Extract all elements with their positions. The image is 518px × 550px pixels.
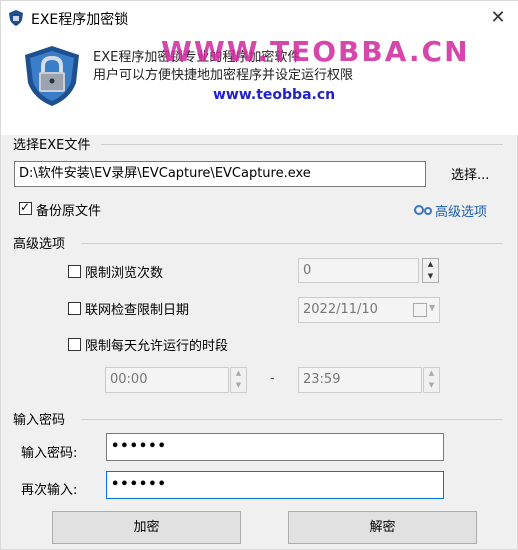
watermark-url: www.teobba.cn — [213, 87, 336, 103]
file-section-title: 选择EXE文件 — [13, 138, 91, 153]
backup-label: 备份原文件 — [36, 204, 102, 219]
backup-checkbox[interactable] — [19, 200, 32, 215]
advanced-section-divider — [81, 243, 503, 244]
app-window: EXE程序加密锁 ✕ EXE程序加密锁专业的程序加密软件 用户可以方便快捷地加密… — [0, 0, 518, 550]
time-end-spinner[interactable]: ▲ ▼ — [423, 367, 440, 393]
repeat-password-label: 再次输入: — [21, 483, 78, 498]
watermark-text: WWW.TEOBBA.CN — [161, 35, 470, 68]
password-section-divider — [81, 419, 503, 420]
calendar-icon[interactable] — [413, 303, 427, 317]
limit-views-label: 限制浏览次数 — [85, 266, 164, 281]
net-date-checkbox[interactable] — [68, 302, 81, 315]
limit-views-checkbox[interactable] — [68, 265, 81, 278]
shield-icon — [9, 10, 23, 26]
spin-down-icon[interactable]: ▼ — [423, 271, 438, 283]
file-section-divider — [101, 144, 503, 145]
close-icon[interactable]: ✕ — [483, 5, 513, 31]
lock-shield-icon — [25, 46, 79, 106]
encrypt-button[interactable]: 加密 — [52, 511, 241, 544]
exe-path-input[interactable]: D:\软件安装\EV录屏\EVCapture\EVCapture.exe — [14, 161, 426, 187]
spin-down-icon[interactable]: ▼ — [231, 380, 246, 392]
daily-time-checkbox[interactable] — [68, 338, 81, 351]
gear-icon — [414, 205, 432, 215]
time-range-dash: - — [270, 371, 275, 386]
browse-button[interactable]: 选择... — [451, 164, 489, 183]
window-title: EXE程序加密锁 — [31, 12, 129, 28]
daily-time-label: 限制每天允许运行的时段 — [85, 339, 229, 354]
spin-up-icon[interactable]: ▲ — [231, 368, 246, 380]
password-section-title: 输入密码 — [13, 413, 66, 428]
time-end-input[interactable]: 23:59 — [298, 367, 422, 393]
title-bar: EXE程序加密锁 ✕ — [1, 1, 518, 35]
password-input[interactable]: •••••• — [106, 433, 444, 461]
password-label: 输入密码: — [21, 446, 78, 461]
time-start-input[interactable]: 00:00 — [105, 367, 229, 393]
spin-up-icon[interactable]: ▲ — [424, 368, 439, 380]
limit-views-input[interactable]: 0 — [298, 258, 419, 283]
decrypt-button[interactable]: 解密 — [288, 511, 477, 544]
limit-views-spinner[interactable]: ▲ ▼ — [422, 258, 439, 283]
net-date-label: 联网检查限制日期 — [85, 303, 190, 318]
header-banner: EXE程序加密锁专业的程序加密软件 用户可以方便快捷地加密程序并设定运行权限 W… — [1, 35, 518, 135]
chevron-down-icon[interactable]: ▼ — [429, 303, 435, 312]
repeat-password-input[interactable]: •••••• — [106, 471, 444, 499]
header-line-2: 用户可以方便快捷地加密程序并设定运行权限 — [93, 68, 354, 83]
time-start-spinner[interactable]: ▲ ▼ — [230, 367, 247, 393]
advanced-section-title: 高级选项 — [13, 237, 66, 252]
spin-up-icon[interactable]: ▲ — [423, 259, 438, 271]
spin-down-icon[interactable]: ▼ — [424, 380, 439, 392]
advanced-options-link[interactable]: 高级选项 — [435, 201, 487, 220]
